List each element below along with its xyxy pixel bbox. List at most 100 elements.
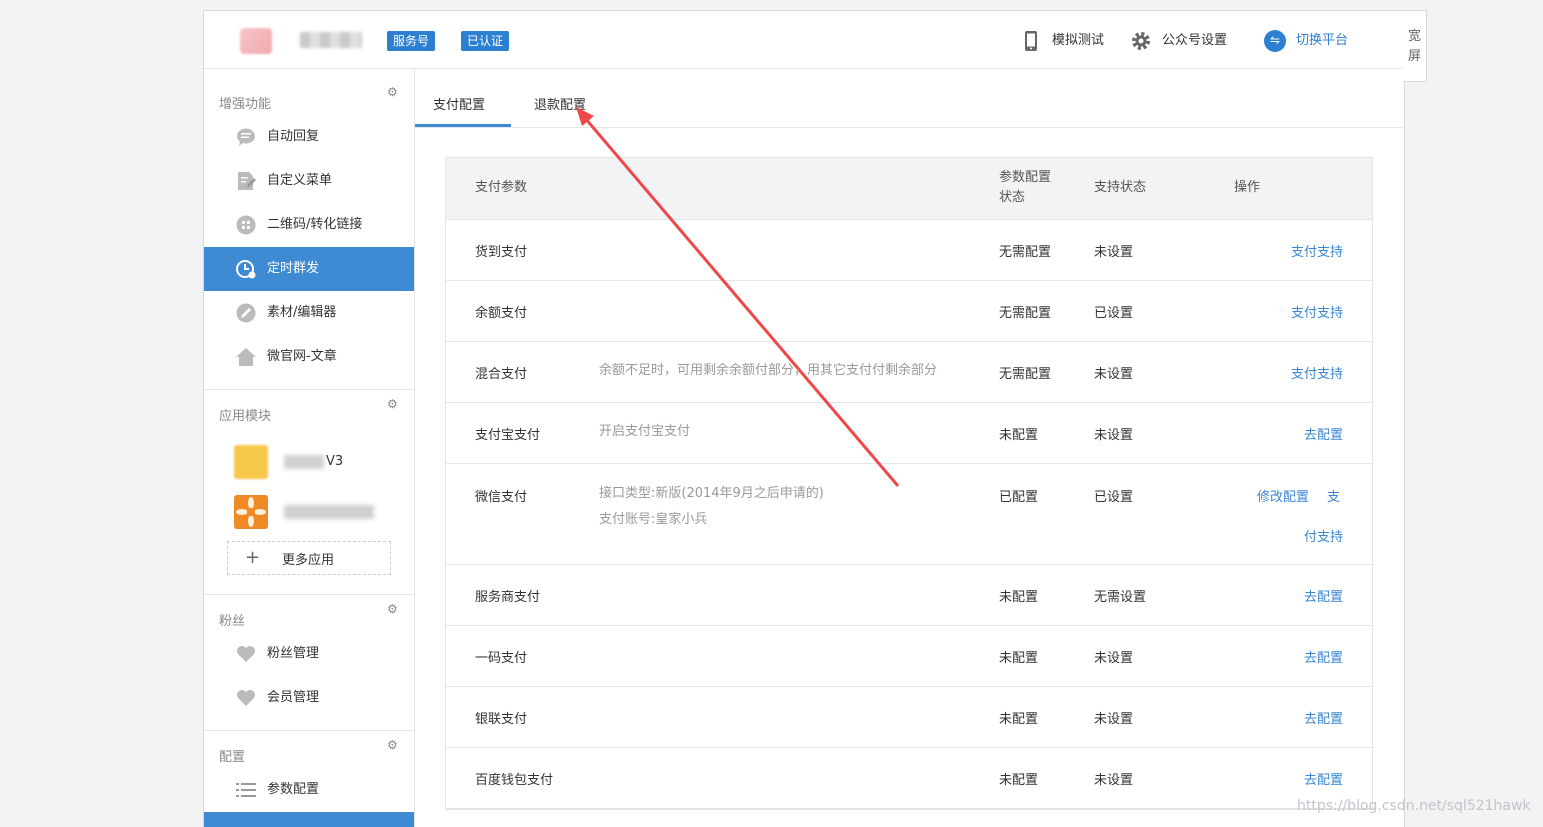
section-settings-gear-icon[interactable]: ⚙ [387, 86, 399, 98]
switch-icon: ⇋ [1264, 30, 1286, 52]
support-status: 未设置 [1094, 651, 1134, 666]
app-item[interactable] [204, 487, 414, 537]
home-icon [236, 348, 256, 366]
wide-toggle-char2: 屏 [1407, 49, 1421, 64]
config-status: 无需配置 [999, 306, 1052, 321]
sidebar-item-label: 粉丝管理 [267, 646, 320, 661]
account-avatar[interactable] [240, 28, 272, 54]
payment-name: 货到支付 [475, 245, 528, 260]
sidebar-item-label: 自动回复 [267, 129, 320, 144]
more-apps-button[interactable]: + 更多应用 [227, 541, 391, 575]
table-row: 混合支付 余额不足时，可用剩余余额付部分，用其它支付付剩余部分 无需配置 未设置… [446, 342, 1372, 403]
sidebar-item-member-management[interactable]: 会员管理 [204, 676, 414, 720]
chat-bubble-icon [237, 128, 255, 146]
support-status: 已设置 [1094, 490, 1134, 505]
configure-link[interactable]: 去配置 [1304, 586, 1343, 605]
sidebar-item-label: 二维码/转化链接 [267, 217, 363, 232]
section-title-config: 配置 [219, 750, 246, 765]
sidebar-item-auto-reply[interactable]: 自动回复 [204, 115, 414, 159]
header-action: 操作 [1234, 180, 1261, 195]
verified-badge: 已认证 [461, 31, 510, 51]
section-settings-gear-icon[interactable]: ⚙ [387, 739, 399, 751]
sidebar-item-materials-editor[interactable]: 素材/编辑器 [204, 291, 414, 335]
config-status: 未配置 [999, 773, 1039, 788]
table-row: 一码支付 未配置 未设置 去配置 [446, 626, 1372, 687]
plus-icon: + [245, 547, 261, 568]
qrcode-link-icon [236, 215, 256, 235]
app-frame: 服务号 已认证 模拟测试 公众号设置 ⇋ 切换平台 增强功能 ⚙ 自动回复 自定… [203, 10, 1405, 827]
payment-support-link[interactable]: 支付支持 [1291, 302, 1343, 321]
sidebar-item-fans-management[interactable]: 粉丝管理 [204, 632, 414, 676]
header-config-status-line2: 状态 [999, 190, 1026, 205]
main-content: 支付配置 退款配置 支付参数 参数配置 状态 支持状态 操作 货到支付 无需配置… [415, 69, 1403, 827]
sidebar-item-micro-site[interactable]: 微官网-文章 [204, 335, 414, 379]
table-row: 百度钱包支付 未配置 未设置 去配置 [446, 748, 1372, 809]
header-param: 支付参数 [475, 180, 528, 195]
modify-config-link[interactable]: 修改配置 [1257, 486, 1309, 505]
clock-send-icon [236, 260, 256, 279]
watermark: https://blog.csdn.net/sql521hawk [1297, 798, 1531, 814]
support-status: 已设置 [1094, 306, 1134, 321]
sidebar-divider [204, 730, 414, 731]
sidebar-item-qrcode[interactable]: 二维码/转化链接 [204, 203, 414, 247]
section-title-fans: 粉丝 [219, 614, 246, 629]
payment-support-link[interactable]: 支付支持 [1291, 241, 1343, 260]
app-logo-icon [234, 495, 268, 529]
support-status: 未设置 [1094, 428, 1134, 443]
support-status: 无需设置 [1094, 590, 1147, 605]
active-tab-indicator [415, 124, 511, 127]
payment-support-link[interactable]: 付支持 [1304, 526, 1343, 545]
support-status: 未设置 [1094, 712, 1134, 727]
account-name-redacted [300, 32, 362, 48]
section-title-enhanced: 增强功能 [219, 97, 272, 112]
list-settings-icon [236, 783, 256, 797]
payment-name: 服务商支付 [475, 590, 541, 605]
table-header: 支付参数 参数配置 状态 支持状态 操作 [446, 158, 1372, 220]
payment-name: 混合支付 [475, 367, 528, 382]
app-folder-icon [234, 445, 268, 479]
sidebar-item-scheduled-broadcast[interactable]: 定时群发 [204, 247, 414, 291]
heart-user-icon [237, 646, 255, 662]
switch-platform-button[interactable]: ⇋ 切换平台 [1264, 30, 1364, 52]
simulate-test-button[interactable]: 模拟测试 [1020, 30, 1120, 52]
support-status: 未设置 [1094, 367, 1134, 382]
sidebar-item-param-config[interactable]: 参数配置 [204, 768, 414, 812]
config-status: 未配置 [999, 428, 1039, 443]
sidebar-item-label: 微官网-文章 [267, 349, 337, 364]
sidebar-item-custom-menu[interactable]: 自定义菜单 [204, 159, 414, 203]
tab-refund-config[interactable]: 退款配置 [534, 94, 586, 113]
payment-name: 银联支付 [475, 712, 528, 727]
configure-link[interactable]: 去配置 [1304, 647, 1343, 666]
tab-payment-config[interactable]: 支付配置 [433, 94, 485, 113]
section-title-app-modules: 应用模块 [219, 409, 272, 424]
sidebar-item-label: 参数配置 [267, 782, 320, 797]
support-status: 未设置 [1094, 245, 1134, 260]
config-status: 未配置 [999, 651, 1039, 666]
sidebar-item-label: 素材/编辑器 [267, 305, 337, 320]
table-row: 支付宝支付 开启支付宝支付 未配置 未设置 去配置 [446, 403, 1372, 464]
payment-support-link[interactable]: 支 [1327, 486, 1340, 505]
configure-link[interactable]: 去配置 [1304, 769, 1343, 788]
account-settings-button[interactable]: 公众号设置 [1130, 30, 1240, 52]
payment-name: 一码支付 [475, 651, 528, 666]
mobile-phone-icon [1025, 31, 1037, 51]
sidebar-item-next-partial[interactable] [204, 812, 414, 827]
sidebar-divider [204, 594, 414, 595]
gear-icon [1132, 32, 1150, 50]
configure-link[interactable]: 去配置 [1304, 424, 1343, 443]
app-item[interactable]: V3 [204, 437, 414, 487]
heart-icon [237, 690, 255, 706]
sidebar-item-label: 定时群发 [267, 261, 320, 276]
configure-link[interactable]: 去配置 [1304, 708, 1343, 727]
app-name-redacted [284, 505, 374, 519]
wide-screen-toggle[interactable]: 宽 屏 [1403, 10, 1427, 82]
section-settings-gear-icon[interactable]: ⚙ [387, 603, 399, 615]
table-row: 微信支付 接口类型:新版(2014年9月之后申请的) 支付账号:皇家小兵 已配置… [446, 464, 1372, 565]
table-row: 银联支付 未配置 未设置 去配置 [446, 687, 1372, 748]
payment-description: 接口类型:新版(2014年9月之后申请的) [599, 486, 824, 501]
section-settings-gear-icon[interactable]: ⚙ [387, 398, 399, 410]
payment-support-link[interactable]: 支付支持 [1291, 363, 1343, 382]
simulate-test-label: 模拟测试 [1052, 33, 1105, 48]
payment-name: 余额支付 [475, 306, 528, 321]
config-status: 未配置 [999, 712, 1039, 727]
